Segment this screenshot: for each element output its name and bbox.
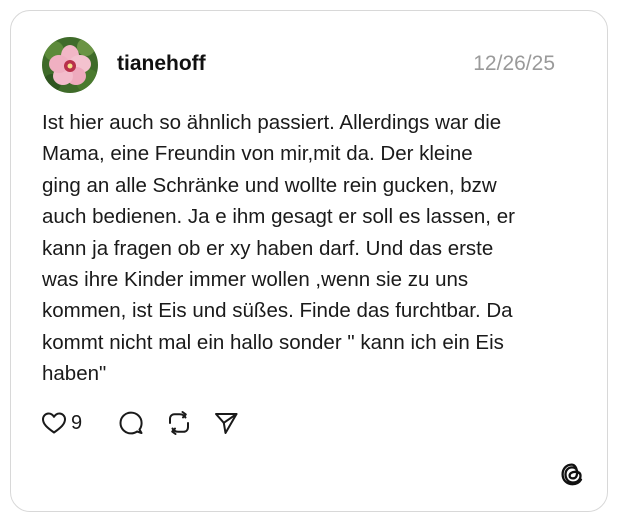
- post-text-line: kommen, ist Eis und süßes. Finde das fur…: [42, 299, 513, 323]
- post-text-line: auch bedienen. Ja e ihm gesagt er soll e…: [42, 205, 515, 229]
- repost-icon: [169, 411, 189, 435]
- avatar-image: [42, 37, 98, 93]
- post-card: tianehoff 12/26/25 Ist hier auch so ähnl…: [10, 10, 608, 512]
- comment-icon: [119, 411, 143, 435]
- avatar[interactable]: [42, 37, 98, 93]
- post-timestamp: 12/26/25: [473, 52, 555, 75]
- like-count: 9: [71, 411, 83, 434]
- share-icon: [215, 413, 238, 434]
- post-text-line: kommt nicht mal ein hallo sonder " kann …: [42, 330, 504, 354]
- username[interactable]: tianehoff: [117, 51, 206, 77]
- threads-logo-icon[interactable]: [559, 461, 585, 487]
- post-text: Ist hier auch so ähnlich passiert. Aller…: [42, 107, 582, 390]
- comment-button[interactable]: [118, 409, 144, 437]
- post-text-line: Ist hier auch so ähnlich passiert. Aller…: [42, 111, 502, 134]
- post-text-line: haben": [42, 362, 107, 386]
- share-button[interactable]: [213, 409, 239, 437]
- like-button[interactable]: 9: [41, 409, 82, 437]
- post-text-line: was ihre Kinder immer wollen ,wenn sie z…: [42, 268, 469, 292]
- post-text-line: ging an alle Schränke und wollte rein gu…: [42, 173, 497, 197]
- heart-icon: [42, 412, 66, 434]
- post-text-line: kann ja fragen ob er xy haben darf. Und …: [42, 236, 494, 260]
- post-text-line: Mama, eine Freundin von mir,mit da. Der …: [42, 142, 473, 166]
- repost-button[interactable]: [166, 409, 192, 437]
